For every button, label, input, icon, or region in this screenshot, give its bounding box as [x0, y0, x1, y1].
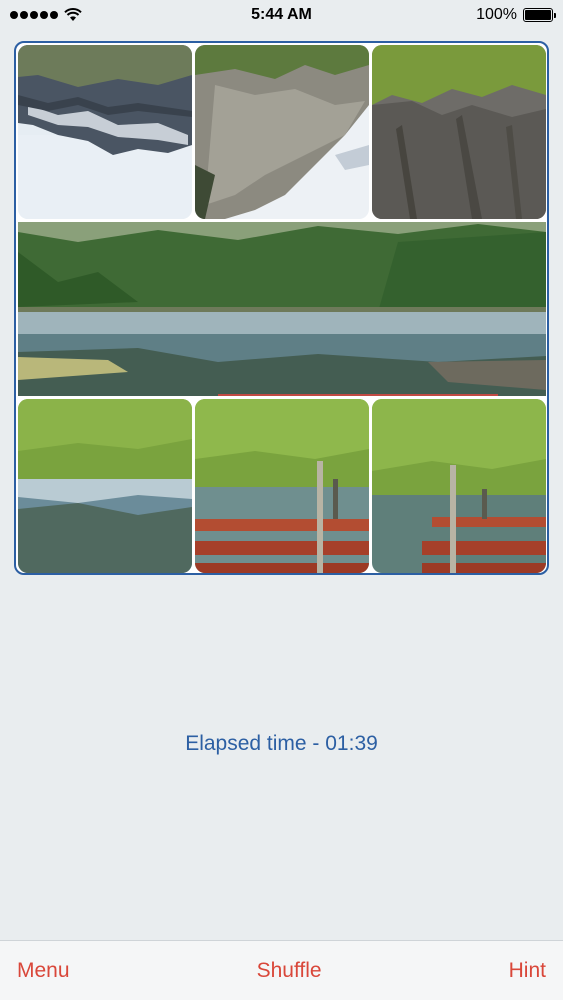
- puzzle-tile-6[interactable]: [195, 399, 369, 573]
- tile-image: [195, 45, 369, 219]
- tile-image: [372, 399, 546, 573]
- tile-image: [18, 399, 192, 573]
- tile-image: [195, 399, 369, 573]
- hint-button[interactable]: Hint: [509, 959, 546, 983]
- status-right: 100%: [476, 6, 556, 24]
- puzzle-tile-4[interactable]: [18, 222, 546, 396]
- tile-image: [18, 222, 546, 396]
- puzzle-tile-2[interactable]: [195, 45, 369, 219]
- status-bar: 5:44 AM 100%: [0, 0, 563, 30]
- puzzle-tile-1[interactable]: [18, 45, 192, 219]
- puzzle-tile-3[interactable]: [372, 45, 546, 219]
- shuffle-button[interactable]: Shuffle: [257, 959, 322, 983]
- bottom-toolbar: Menu Shuffle Hint: [0, 940, 563, 1000]
- puzzle-tile-5[interactable]: [18, 399, 192, 573]
- battery-fill: [525, 10, 551, 20]
- cellular-signal-icon: [10, 11, 58, 19]
- puzzle-tile-7[interactable]: [372, 399, 546, 573]
- tile-image: [372, 45, 546, 219]
- elapsed-time: Elapsed time - 01:39: [185, 732, 378, 755]
- status-left: [10, 8, 82, 22]
- battery-percent: 100%: [476, 6, 517, 23]
- tile-image: [18, 45, 192, 219]
- battery-icon: [523, 8, 556, 22]
- wifi-icon: [64, 8, 82, 21]
- puzzle-board: [14, 41, 549, 575]
- menu-button[interactable]: Menu: [17, 959, 70, 983]
